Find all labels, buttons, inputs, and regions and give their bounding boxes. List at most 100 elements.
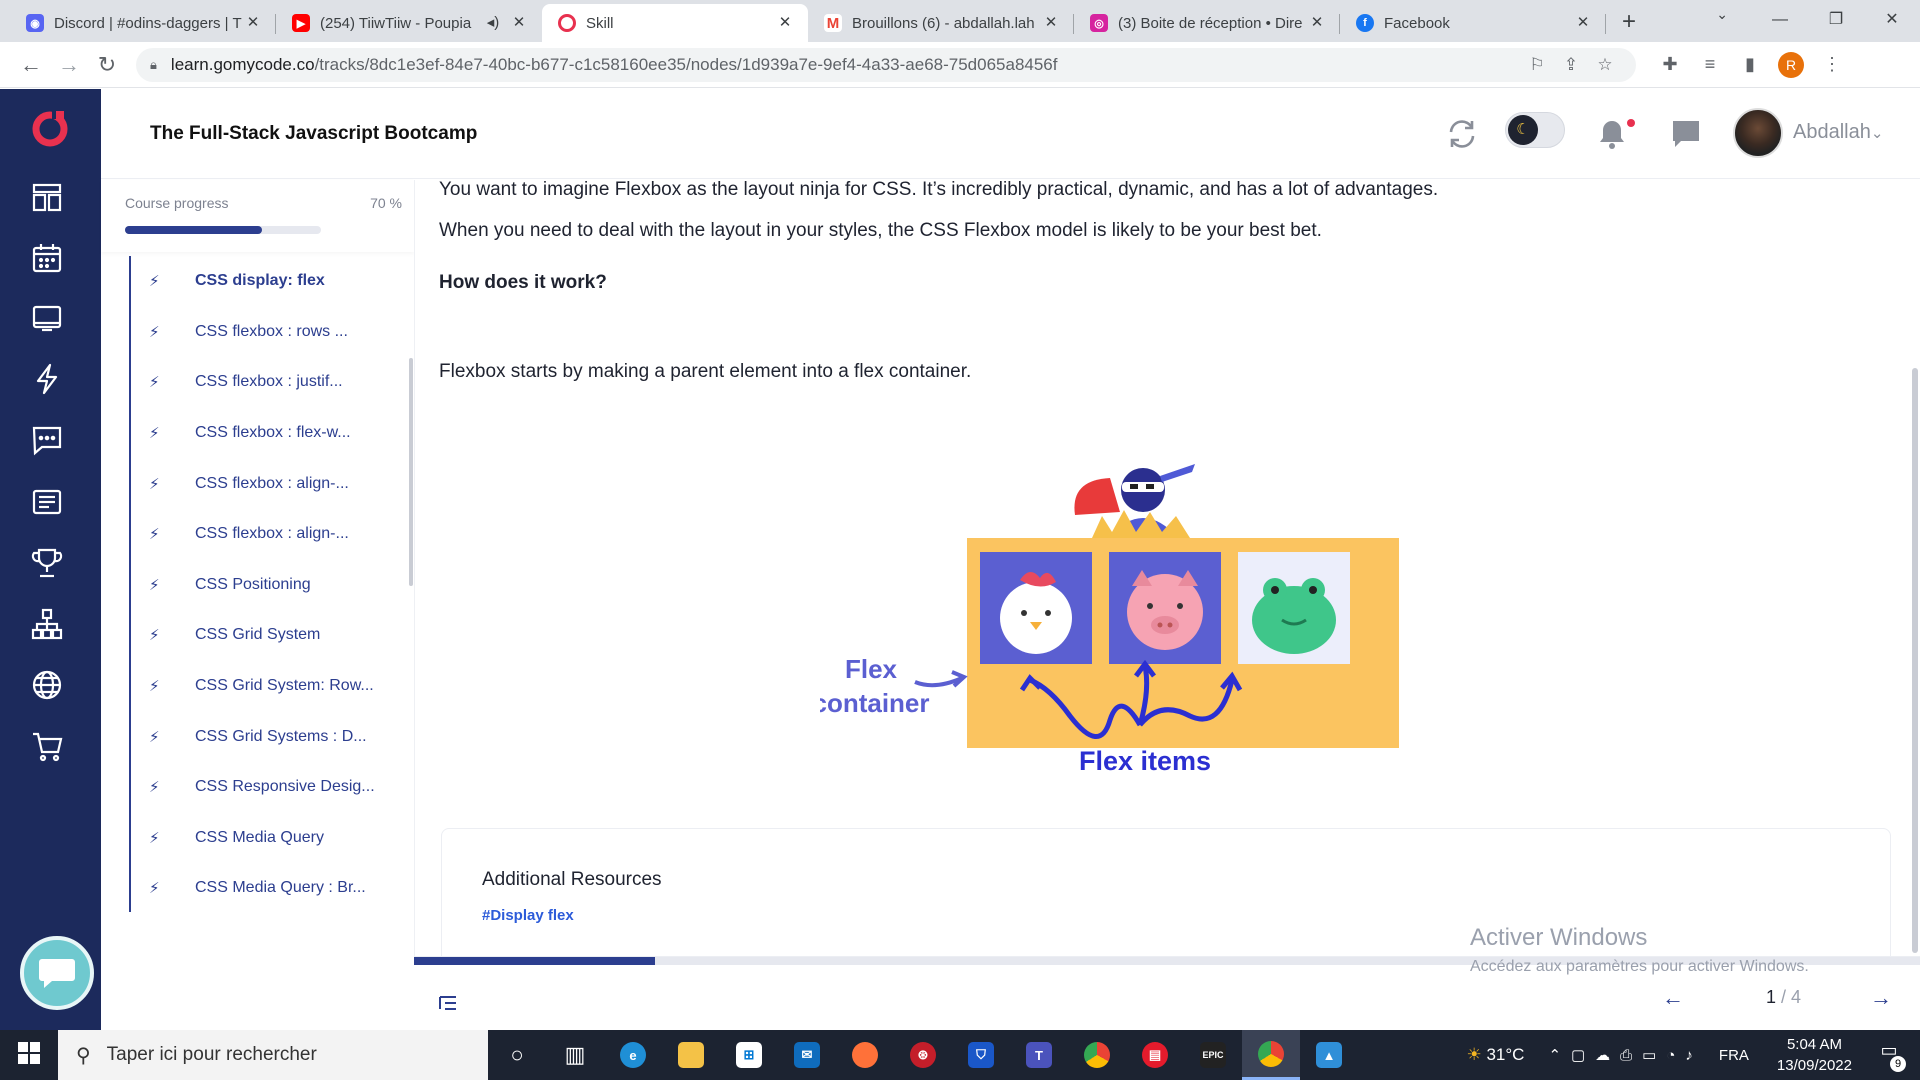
messages-icon[interactable] — [1669, 117, 1703, 151]
clock[interactable]: 5:04 AM 13/09/2022 — [1777, 1034, 1852, 1076]
microsoft-store-icon[interactable]: ⊞ — [720, 1030, 778, 1080]
sidebar-lesson-item[interactable]: ⚡︎ CSS flexbox : align-... — [131, 458, 409, 509]
restore-icon[interactable]: ❐ — [1808, 0, 1864, 40]
sidebar-scrollbar[interactable] — [409, 358, 413, 586]
bookmark-star-icon[interactable]: ☆ — [1588, 55, 1622, 75]
sidebar-lesson-item[interactable]: ⚡︎ CSS Grid System — [131, 610, 409, 661]
lightning-icon: ⚡︎ — [149, 425, 160, 443]
chrome-icon[interactable] — [1068, 1030, 1126, 1080]
windows-start-icon[interactable] — [0, 1041, 58, 1069]
page-title: The Full-Stack Javascript Bootcamp — [150, 123, 478, 144]
chat-bubble-icon[interactable] — [30, 423, 64, 457]
profile-avatar[interactable]: R — [1778, 51, 1804, 78]
facebook-icon: f — [1356, 14, 1374, 32]
calendar-icon[interactable] — [30, 241, 64, 275]
flexbox-illustration: Flex container Flex items — [820, 464, 1399, 776]
dark-mode-toggle[interactable]: ☾ — [1505, 112, 1565, 148]
new-tab-button[interactable]: + — [1610, 4, 1648, 42]
teams-icon[interactable]: T — [1010, 1030, 1068, 1080]
progress-bar — [125, 226, 321, 234]
share-icon[interactable]: ⇪ — [1554, 55, 1588, 75]
document-list-icon[interactable] — [30, 485, 64, 519]
epic-games-icon[interactable]: EPIC — [1184, 1030, 1242, 1080]
tab-search-icon[interactable]: ⌄ — [1716, 6, 1728, 23]
sitemap-icon[interactable] — [30, 607, 64, 641]
mail-icon[interactable]: ✉ — [778, 1030, 836, 1080]
page-scrollbar[interactable] — [1912, 368, 1918, 953]
close-window-icon[interactable]: ✕ — [1864, 0, 1920, 40]
previous-page-arrow-icon[interactable]: ← — [1662, 985, 1684, 1011]
browser-tab-active[interactable]: Skill ✕ — [542, 4, 808, 42]
trophy-icon[interactable] — [30, 546, 64, 580]
sidebar-lesson-item[interactable]: ⚡︎ CSS flexbox : rows ... — [131, 307, 409, 358]
language-indicator[interactable]: FRA — [1719, 1047, 1749, 1064]
gmail-icon: M — [824, 14, 842, 32]
reload-icon[interactable]: ↻ — [88, 46, 126, 84]
speaker-icon[interactable]: ◂) — [484, 14, 502, 32]
sidebar-lesson-item[interactable]: ⚡︎ CSS flexbox : flex-w... — [131, 408, 409, 459]
chrome-active-icon[interactable] — [1242, 1030, 1300, 1080]
close-icon[interactable]: ✕ — [776, 14, 794, 32]
globe-icon[interactable] — [30, 668, 64, 702]
minimize-icon[interactable]: — — [1752, 0, 1808, 40]
sidebar-lesson-item[interactable]: ⚡︎ CSS Positioning — [131, 560, 409, 611]
lesson-outline-icon[interactable] — [436, 991, 460, 1015]
extensions-icon[interactable]: ✚ — [1650, 54, 1690, 75]
browser-tab[interactable]: ◎ (3) Boite de réception • Dire ✕ — [1074, 4, 1340, 42]
sidebar-lesson-item[interactable]: ⚡︎ CSS Grid Systems : D... — [131, 711, 409, 762]
edge-icon[interactable]: e — [604, 1030, 662, 1080]
refresh-icon[interactable] — [1445, 117, 1479, 151]
address-bar[interactable]: 🔒︎ learn.gomycode.co/tracks/8dc1e3ef-84e… — [136, 47, 1636, 82]
lightning-icon: ⚡︎ — [149, 323, 160, 341]
weather-widget[interactable]: ☀ 31°C — [1466, 1045, 1524, 1065]
resource-link[interactable]: #Display flex — [482, 907, 574, 924]
url-text[interactable]: learn.gomycode.co/tracks/8dc1e3ef-84e7-4… — [171, 55, 1520, 75]
red-app-icon[interactable]: ▤ — [1126, 1030, 1184, 1080]
firefox-icon[interactable] — [836, 1030, 894, 1080]
back-icon[interactable]: ← — [12, 46, 50, 84]
avatar[interactable] — [1733, 108, 1783, 158]
sidebar-lesson-item[interactable]: ⚡︎ CSS display: flex — [131, 256, 409, 307]
app-red-icon[interactable]: ⊛ — [894, 1030, 952, 1080]
laptop-icon[interactable] — [30, 301, 64, 335]
cortana-icon[interactable]: ○ — [488, 1030, 546, 1080]
bell-icon[interactable] — [1595, 117, 1629, 151]
browser-tab[interactable]: ◉ Discord | #odins-daggers | T ✕ — [10, 4, 276, 42]
task-view-icon[interactable]: ▥ — [546, 1030, 604, 1080]
file-explorer-icon[interactable] — [662, 1030, 720, 1080]
notification-center-icon[interactable]: ▭ 9 — [1874, 1040, 1906, 1072]
close-icon[interactable]: ✕ — [1042, 14, 1060, 32]
media-queue-icon[interactable]: ≡ — [1690, 54, 1730, 75]
next-page-arrow-icon[interactable]: → — [1870, 985, 1892, 1011]
sidebar-lesson-item[interactable]: ⚡︎ CSS Media Query : Br... — [131, 863, 409, 912]
lightning-icon[interactable] — [30, 362, 64, 396]
close-icon[interactable]: ✕ — [1574, 14, 1592, 32]
gomycode-icon — [558, 14, 576, 32]
tray-icons[interactable]: ⌃▢☁⎙▭◔♪ — [1548, 1046, 1702, 1064]
browser-tab[interactable]: ▶ (254) TiiwTiiw - Poupia ◂) ✕ — [276, 4, 542, 42]
shield-icon[interactable]: ⛉ — [952, 1030, 1010, 1080]
dashboard-icon[interactable] — [30, 180, 64, 214]
sidebar-lesson-item[interactable]: ⚡︎ CSS flexbox : justif... — [131, 357, 409, 408]
sidebar-lesson-item[interactable]: ⚡︎ CSS flexbox : align-... — [131, 509, 409, 560]
user-menu[interactable]: Abdallah⌄ — [1793, 121, 1883, 144]
photos-icon[interactable]: ▲ — [1300, 1030, 1358, 1080]
sidebar-lesson-item[interactable]: ⚡︎ CSS Media Query — [131, 813, 409, 864]
forward-icon[interactable]: → — [50, 46, 88, 84]
browser-tab[interactable]: f Facebook ✕ — [1340, 4, 1606, 42]
menu-kebab-icon[interactable]: ⋮ — [1812, 54, 1852, 75]
lightning-icon: ⚡︎ — [149, 526, 160, 544]
sidebar-lesson-item[interactable]: ⚡︎ CSS Grid System: Row... — [131, 661, 409, 712]
browser-tab[interactable]: M Brouillons (6) - abdallah.lah ✕ — [808, 4, 1074, 42]
cart-icon[interactable] — [30, 729, 64, 763]
side-panel-icon[interactable]: ▮ — [1730, 54, 1770, 75]
close-icon[interactable]: ✕ — [510, 14, 528, 32]
taskbar-search-input[interactable]: ⚲ Taper ici pour rechercher — [58, 1030, 488, 1080]
lock-icon[interactable]: 🔒︎ — [150, 57, 157, 73]
translate-icon[interactable]: ⚐ — [1520, 55, 1554, 75]
sidebar-lesson-item[interactable]: ⚡︎ CSS Responsive Desig... — [131, 762, 409, 813]
close-icon[interactable]: ✕ — [244, 14, 262, 32]
gomycode-logo[interactable] — [30, 107, 70, 147]
support-chat-button[interactable] — [20, 936, 94, 1010]
close-icon[interactable]: ✕ — [1308, 14, 1326, 32]
